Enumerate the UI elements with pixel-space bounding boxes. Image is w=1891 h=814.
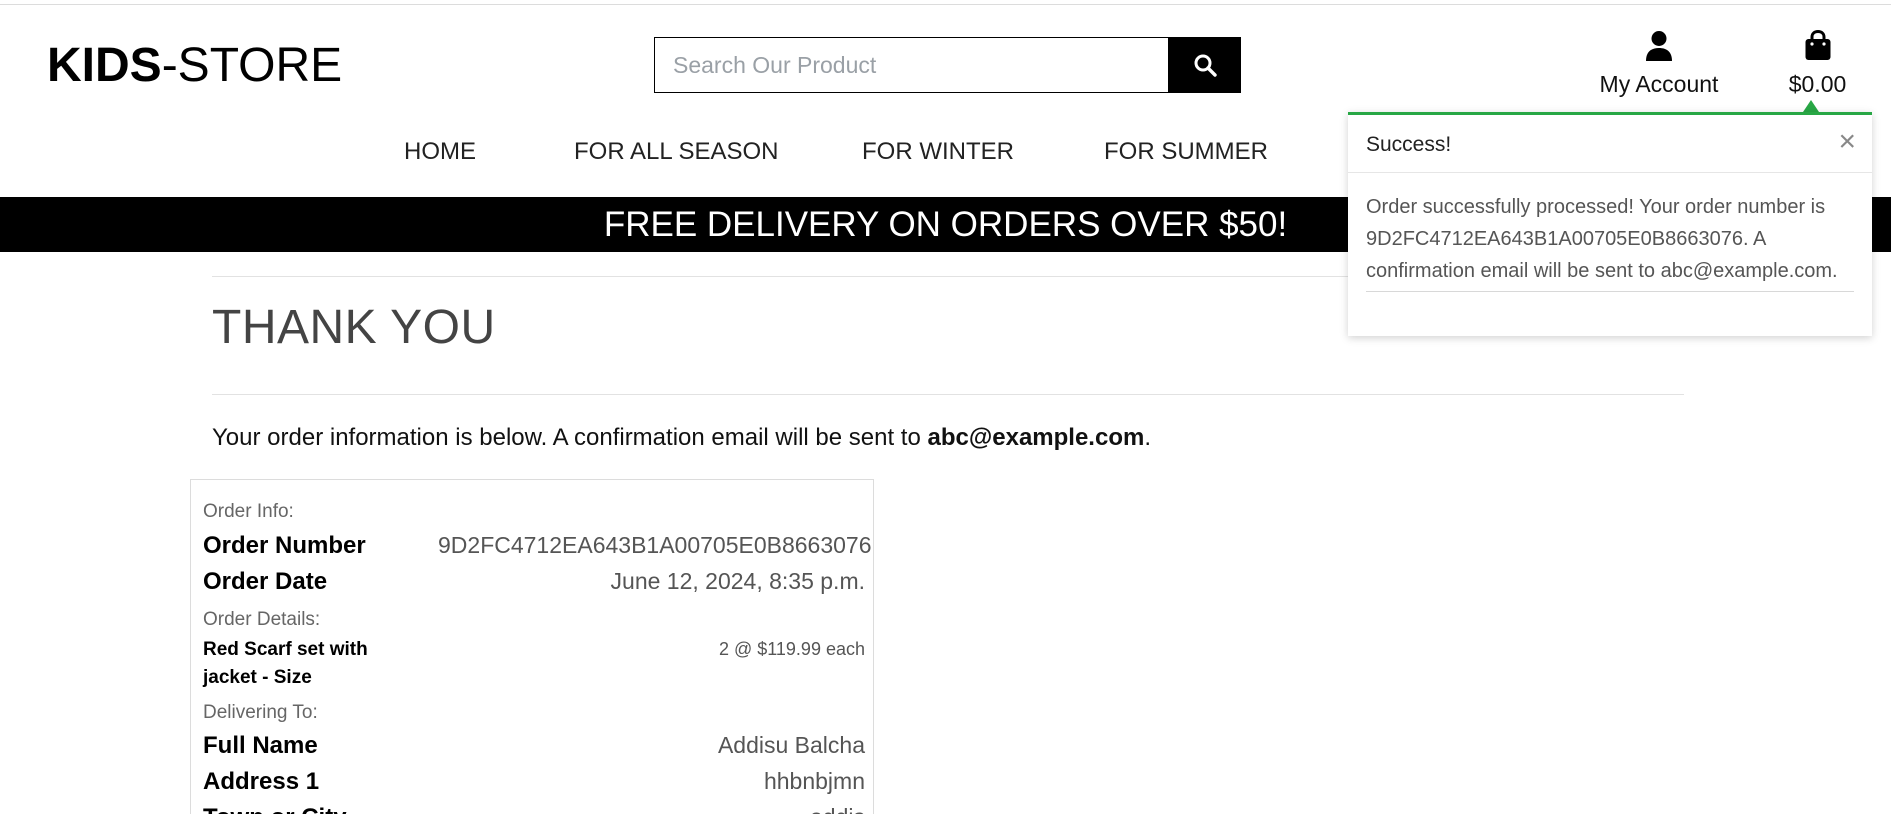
town-value: addis bbox=[810, 804, 865, 814]
search-button[interactable] bbox=[1168, 37, 1241, 93]
my-account-label: My Account bbox=[1599, 71, 1719, 97]
logo-rest: -STORE bbox=[161, 39, 343, 92]
order-details-heading: Order Details: bbox=[203, 609, 321, 630]
order-item-name: Red Scarf set with jacket - Size bbox=[203, 639, 368, 688]
order-number-label: Order Number bbox=[203, 532, 366, 559]
nav-home[interactable]: HOME bbox=[404, 138, 476, 166]
order-number-value: 9D2FC4712EA643B1A00705E0B8663076 bbox=[438, 532, 872, 558]
address1-value: hhbnbjmn bbox=[763, 768, 865, 794]
order-item-row: Red Scarf set with jacket - Size 2 @ $11… bbox=[203, 636, 865, 694]
success-toast: Success! × Order successfully processed!… bbox=[1348, 112, 1872, 336]
address1-row: Address 1 hhbnbjmn bbox=[203, 768, 865, 800]
page-title: THANK YOU bbox=[212, 301, 496, 354]
nav-for-summer[interactable]: FOR SUMMER bbox=[1104, 138, 1268, 166]
order-number-row: Order Number 9D2FC4712EA643B1A00705E0B86… bbox=[203, 532, 872, 564]
title-bottom-divider bbox=[212, 394, 1684, 395]
toast-header-divider bbox=[1348, 172, 1872, 173]
town-label: Town or City bbox=[203, 804, 347, 814]
search-input[interactable] bbox=[654, 37, 1168, 93]
toast-message: Order successfully processed! Your order… bbox=[1366, 196, 1838, 282]
toast-arrow bbox=[1803, 100, 1819, 112]
search-bar bbox=[654, 37, 1241, 93]
intro-period: . bbox=[1144, 424, 1151, 451]
order-item-quantity: 2 @ $119.99 each bbox=[718, 639, 865, 659]
cart-link[interactable]: $0.00 bbox=[1780, 29, 1855, 98]
toast-title: Success! bbox=[1366, 133, 1452, 156]
full-name-label: Full Name bbox=[203, 732, 318, 759]
store-logo[interactable]: KIDS-STORE bbox=[47, 36, 342, 96]
order-date-label: Order Date bbox=[203, 568, 328, 595]
intro-text: Your order information is below. A confi… bbox=[212, 424, 1151, 452]
shopping-bag-icon bbox=[1805, 29, 1830, 60]
user-icon bbox=[1646, 31, 1672, 61]
order-info-heading: Order Info: bbox=[203, 501, 294, 522]
my-account-link[interactable]: My Account bbox=[1592, 30, 1726, 98]
address1-label: Address 1 bbox=[203, 768, 320, 795]
toast-close-button[interactable]: × bbox=[1838, 127, 1856, 157]
logo-bold: KIDS bbox=[47, 39, 162, 92]
cart-total: $0.00 bbox=[1788, 71, 1847, 97]
full-name-row: Full Name Addisu Balcha bbox=[203, 732, 865, 764]
intro-message: Your order information is below. A confi… bbox=[212, 424, 928, 451]
search-icon bbox=[1194, 54, 1217, 77]
order-date-row: Order Date June 12, 2024, 8:35 p.m. bbox=[203, 568, 865, 600]
delivery-banner-text: FREE DELIVERY ON ORDERS OVER $50! bbox=[603, 205, 1288, 244]
nav-for-all-season[interactable]: FOR ALL SEASON bbox=[574, 138, 779, 166]
toast-footer-divider bbox=[1366, 291, 1854, 292]
nav-for-winter[interactable]: FOR WINTER bbox=[862, 138, 1014, 166]
intro-email: abc@example.com bbox=[927, 424, 1145, 451]
order-summary-card: Order Info: Order Number 9D2FC4712EA643B… bbox=[190, 479, 874, 814]
top-divider bbox=[0, 4, 1891, 5]
town-row: Town or City addis bbox=[203, 804, 865, 814]
full-name-value: Addisu Balcha bbox=[717, 732, 865, 758]
page: KIDS-STORE My Account $0.00 HOME FOR A bbox=[0, 0, 1891, 814]
delivering-heading: Delivering To: bbox=[203, 702, 318, 723]
order-date-value: June 12, 2024, 8:35 p.m. bbox=[610, 568, 865, 594]
